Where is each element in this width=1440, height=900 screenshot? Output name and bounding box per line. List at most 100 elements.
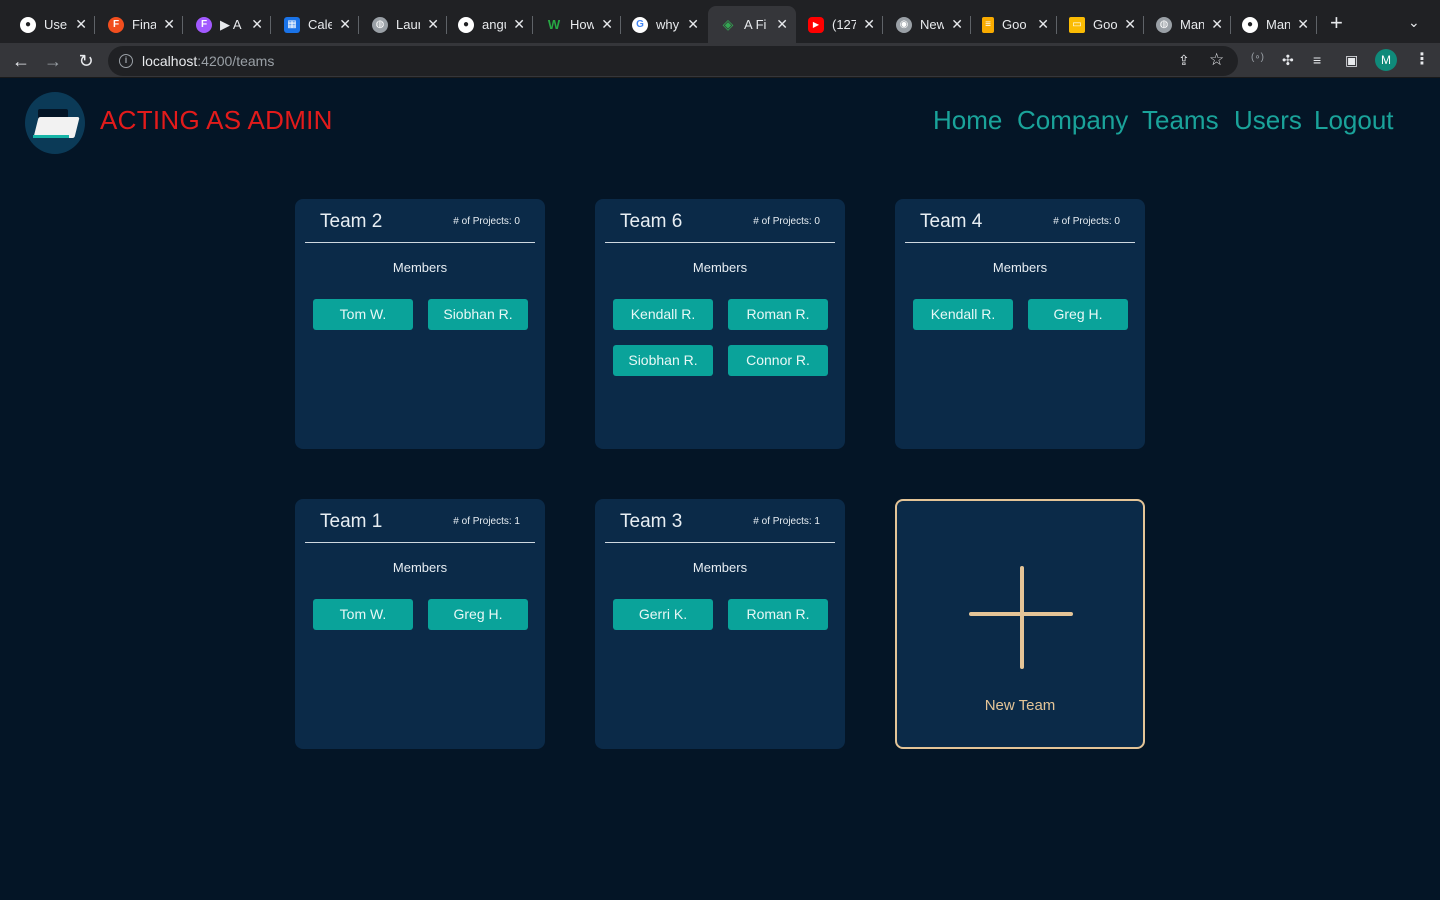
- close-tab-icon[interactable]: ✕: [75, 17, 87, 31]
- tab-title: ▶ A: [220, 16, 242, 32]
- member-chip[interactable]: Kendall R.: [613, 299, 713, 330]
- close-tab-icon[interactable]: ✕: [1297, 17, 1309, 31]
- close-tab-icon[interactable]: ✕: [339, 17, 351, 31]
- new-team-label: New Team: [984, 697, 1056, 714]
- browser-tab[interactable]: ≡ Goo ✕: [970, 6, 1057, 43]
- member-chip[interactable]: Tom W.: [313, 599, 413, 630]
- members-heading: Members: [392, 260, 448, 275]
- browser-tab[interactable]: F Final ✕: [96, 6, 183, 43]
- team-card[interactable]: Team 6 # of Projects: 0 Members Kendall …: [595, 199, 845, 449]
- puzzle-icon[interactable]: ✣: [1282, 52, 1294, 69]
- member-chip[interactable]: Siobhan R.: [613, 345, 713, 376]
- more-menu-icon[interactable]: ⋮: [1414, 49, 1430, 69]
- extension-icon[interactable]: (∘): [1251, 52, 1264, 63]
- project-count: # of Projects: 1: [753, 516, 820, 527]
- tab-divider: [182, 16, 183, 34]
- close-tab-icon[interactable]: ✕: [1211, 17, 1223, 31]
- tab-title: User: [44, 17, 68, 32]
- nav-link-logout[interactable]: Logout: [1314, 105, 1394, 136]
- share-icon[interactable]: ⇪: [1178, 52, 1190, 69]
- browser-tab[interactable]: W How ✕: [534, 6, 621, 43]
- project-count: # of Projects: 0: [753, 216, 820, 227]
- close-tab-icon[interactable]: ✕: [601, 17, 613, 31]
- tab-divider: [882, 16, 883, 34]
- nav-link-teams[interactable]: Teams: [1142, 105, 1219, 136]
- browser-tab[interactable]: ▭ Goo ✕: [1057, 6, 1144, 43]
- tab-divider: [1316, 16, 1317, 34]
- new-team-button[interactable]: New Team: [895, 499, 1145, 749]
- chevron-down-icon[interactable]: ⌄: [1408, 14, 1420, 31]
- members-heading: Members: [692, 560, 748, 575]
- member-chip[interactable]: Kendall R.: [913, 299, 1013, 330]
- browser-tab[interactable]: ◉ New ✕: [884, 6, 971, 43]
- member-chip[interactable]: Siobhan R.: [428, 299, 528, 330]
- browser-tab[interactable]: F ▶ A ✕: [184, 6, 271, 43]
- close-tab-icon[interactable]: ✕: [251, 17, 263, 31]
- google-icon: G: [632, 16, 648, 33]
- close-tab-icon[interactable]: ✕: [863, 17, 875, 31]
- member-chip[interactable]: Roman R.: [728, 599, 828, 630]
- browser-tab[interactable]: ◍ Man ✕: [1144, 6, 1231, 43]
- close-tab-icon[interactable]: ✕: [1037, 17, 1049, 31]
- bookmark-star-icon[interactable]: ☆: [1209, 50, 1224, 70]
- address-bar[interactable]: i localhost:4200/teams ⇪ ☆: [108, 46, 1238, 76]
- w-icon: W: [547, 17, 561, 32]
- browser-tab[interactable]: ● Man ✕: [1230, 6, 1317, 43]
- browser-tab[interactable]: G why ✕: [620, 6, 707, 43]
- members-heading: Members: [392, 560, 448, 575]
- side-panel-icon[interactable]: ▣: [1345, 52, 1358, 69]
- app-logo[interactable]: [25, 92, 85, 154]
- tab-title: why: [656, 17, 680, 32]
- member-chip[interactable]: Connor R.: [728, 345, 828, 376]
- browser-tab[interactable]: ▦ Cale ✕: [272, 6, 359, 43]
- site-info-icon[interactable]: i: [119, 54, 133, 68]
- github-icon: ●: [458, 16, 474, 33]
- forward-arrow-icon[interactable]: →: [41, 49, 65, 73]
- browser-tab[interactable]: ▶ (127 ✕: [796, 6, 883, 43]
- member-chip[interactable]: Roman R.: [728, 299, 828, 330]
- close-tab-icon[interactable]: ✕: [427, 17, 439, 31]
- tab-divider: [270, 16, 271, 34]
- member-chip[interactable]: Gerri K.: [613, 599, 713, 630]
- divider: [305, 542, 535, 543]
- plus-icon-bar: [969, 612, 1073, 616]
- close-tab-icon[interactable]: ✕: [687, 17, 699, 31]
- tab-title: angu: [482, 17, 506, 32]
- profile-avatar[interactable]: M: [1375, 49, 1397, 71]
- member-chip[interactable]: Greg H.: [428, 599, 528, 630]
- tab-title: Goo: [1093, 17, 1117, 32]
- tab-title: A Fi: [744, 17, 767, 32]
- close-tab-icon[interactable]: ✕: [163, 17, 175, 31]
- docs-icon: ≡: [982, 16, 994, 33]
- team-card[interactable]: Team 2 # of Projects: 0 Members Tom W. S…: [295, 199, 545, 449]
- member-chip[interactable]: Greg H.: [1028, 299, 1128, 330]
- browser-tab[interactable]: ◍ Laur ✕: [360, 6, 447, 43]
- tab-divider: [94, 16, 95, 34]
- media-queue-icon[interactable]: ≡: [1313, 52, 1321, 68]
- close-tab-icon[interactable]: ✕: [513, 17, 525, 31]
- back-arrow-icon[interactable]: ←: [9, 49, 33, 73]
- url-path: :4200/teams: [197, 53, 275, 69]
- team-card[interactable]: Team 1 # of Projects: 1 Members Tom W. G…: [295, 499, 545, 749]
- tab-title: Man: [1180, 17, 1204, 32]
- nav-link-users[interactable]: Users: [1234, 105, 1302, 136]
- nav-link-home[interactable]: Home: [933, 105, 1002, 136]
- youtube-icon: ▶: [808, 16, 824, 33]
- slides-icon: ▭: [1069, 16, 1085, 33]
- browser-tab[interactable]: ● angu ✕: [446, 6, 533, 43]
- member-chip[interactable]: Tom W.: [313, 299, 413, 330]
- chrome-icon: ◉: [896, 16, 912, 33]
- browser-tab-active[interactable]: ◈ A Fi ✕: [708, 6, 796, 43]
- project-count: # of Projects: 0: [453, 216, 520, 227]
- new-tab-icon[interactable]: +: [1330, 12, 1343, 34]
- browser-tab[interactable]: ● User ✕: [8, 6, 95, 43]
- team-card[interactable]: Team 4 # of Projects: 0 Members Kendall …: [895, 199, 1145, 449]
- url-text[interactable]: localhost:4200/teams: [142, 53, 274, 69]
- team-card[interactable]: Team 3 # of Projects: 1 Members Gerri K.…: [595, 499, 845, 749]
- nav-link-company[interactable]: Company: [1017, 105, 1128, 136]
- members-heading: Members: [992, 260, 1048, 275]
- close-tab-icon[interactable]: ✕: [951, 17, 963, 31]
- close-tab-icon[interactable]: ✕: [1124, 17, 1136, 31]
- reload-icon[interactable]: ↻: [74, 49, 98, 73]
- close-tab-icon[interactable]: ✕: [776, 17, 788, 31]
